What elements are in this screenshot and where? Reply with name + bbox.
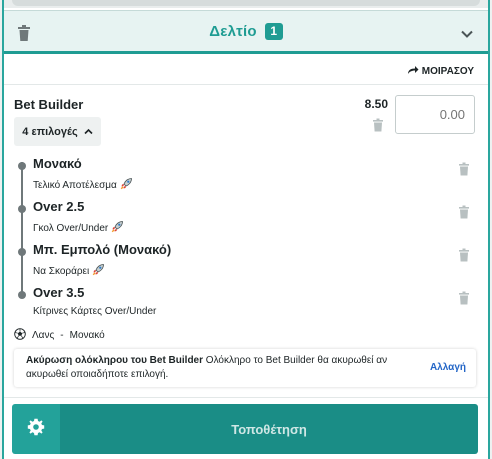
selection-name: Over 3.5	[33, 285, 85, 300]
selections-toggle-label: 4 επιλογές	[22, 125, 78, 138]
share-label: ΜΟΙΡΑΣΟΥ	[421, 66, 474, 77]
timeline-dot	[18, 162, 26, 170]
chevron-up-icon	[84, 126, 93, 138]
trash-icon[interactable]	[16, 24, 32, 42]
selection-item: Μπ. Εμπολό (Μονακό) Να Σκοράρει	[4, 242, 488, 282]
settings-button[interactable]	[12, 404, 60, 454]
timeline-dot	[18, 205, 26, 213]
top-strip	[4, 0, 488, 8]
match-info: Λανς - Μονακό	[14, 328, 105, 343]
change-link[interactable]: Αλλαγή	[430, 362, 466, 373]
divider	[4, 397, 488, 398]
chevron-down-icon[interactable]	[460, 26, 474, 40]
timeline-dot	[18, 248, 26, 256]
selection-count-badge: 1	[264, 22, 283, 40]
selection-market-label: Γκολ Over/Under	[33, 222, 109, 234]
soccer-ball-icon	[14, 328, 26, 343]
selection-name: Over 2.5	[33, 199, 85, 214]
share-button[interactable]: ΜΟΙΡΑΣΟΥ	[407, 65, 474, 78]
selection-market-label: Τελικό Αποτέλεσμα	[33, 179, 117, 191]
rocket-icon	[92, 263, 105, 279]
bet-builder-title: Bet Builder	[14, 97, 84, 112]
trash-icon[interactable]	[372, 117, 384, 132]
bet-builder-odds: 8.50	[364, 97, 388, 111]
trash-icon[interactable]	[458, 290, 470, 305]
void-rule-heading: Ακύρωση ολόκληρου του Bet Builder	[26, 355, 204, 366]
betslip-title: Δελτίο	[209, 22, 257, 40]
share-arrow-icon	[407, 65, 419, 78]
betslip-header[interactable]: Δελτίο 1	[4, 10, 488, 54]
void-rule-text: Ακύρωση ολόκληρου του Bet Builder Ολόκλη…	[26, 354, 418, 382]
footer-actions: Τοποθέτηση	[12, 404, 478, 454]
selection-item: Over 3.5 Κίτρινες Κάρτες Over/Under	[4, 285, 488, 325]
rocket-icon	[120, 177, 133, 193]
stake-input[interactable]	[395, 95, 475, 134]
selection-market-label: Να Σκοράρει	[33, 265, 90, 277]
selections-toggle-button[interactable]: 4 επιλογές	[14, 117, 101, 146]
share-row: ΜΟΙΡΑΣΟΥ	[4, 57, 488, 85]
selection-market: Κίτρινες Κάρτες Over/Under	[33, 306, 156, 317]
selection-item: Μονακό Τελικό Αποτέλεσμα	[4, 156, 488, 196]
trash-icon[interactable]	[458, 204, 470, 219]
trash-icon[interactable]	[458, 247, 470, 262]
place-bet-button[interactable]: Τοποθέτηση	[60, 404, 478, 454]
gear-icon	[27, 418, 45, 440]
selection-market: Τελικό Αποτέλεσμα	[33, 177, 133, 193]
selection-market: Να Σκοράρει	[33, 263, 105, 279]
selection-name: Μπ. Εμπολό (Μονακό)	[33, 242, 172, 257]
selection-item: Over 2.5 Γκολ Over/Under	[4, 199, 488, 239]
match-separator: -	[60, 330, 64, 341]
timeline-dot	[18, 291, 26, 299]
home-team: Λανς	[32, 330, 55, 341]
rocket-icon	[111, 220, 124, 236]
away-team: Μονακό	[69, 330, 105, 341]
betslip-panel: Δελτίο 1 ΜΟΙΡΑΣΟΥ Bet Builder 8.50 4 επι…	[2, 0, 490, 459]
selection-market: Γκολ Over/Under	[33, 220, 124, 236]
selection-market-label: Κίτρινες Κάρτες Over/Under	[33, 306, 157, 317]
void-rule-notice: Ακύρωση ολόκληρου του Bet Builder Ολόκλη…	[14, 349, 476, 387]
selection-name: Μονακό	[33, 156, 82, 171]
trash-icon[interactable]	[458, 161, 470, 176]
